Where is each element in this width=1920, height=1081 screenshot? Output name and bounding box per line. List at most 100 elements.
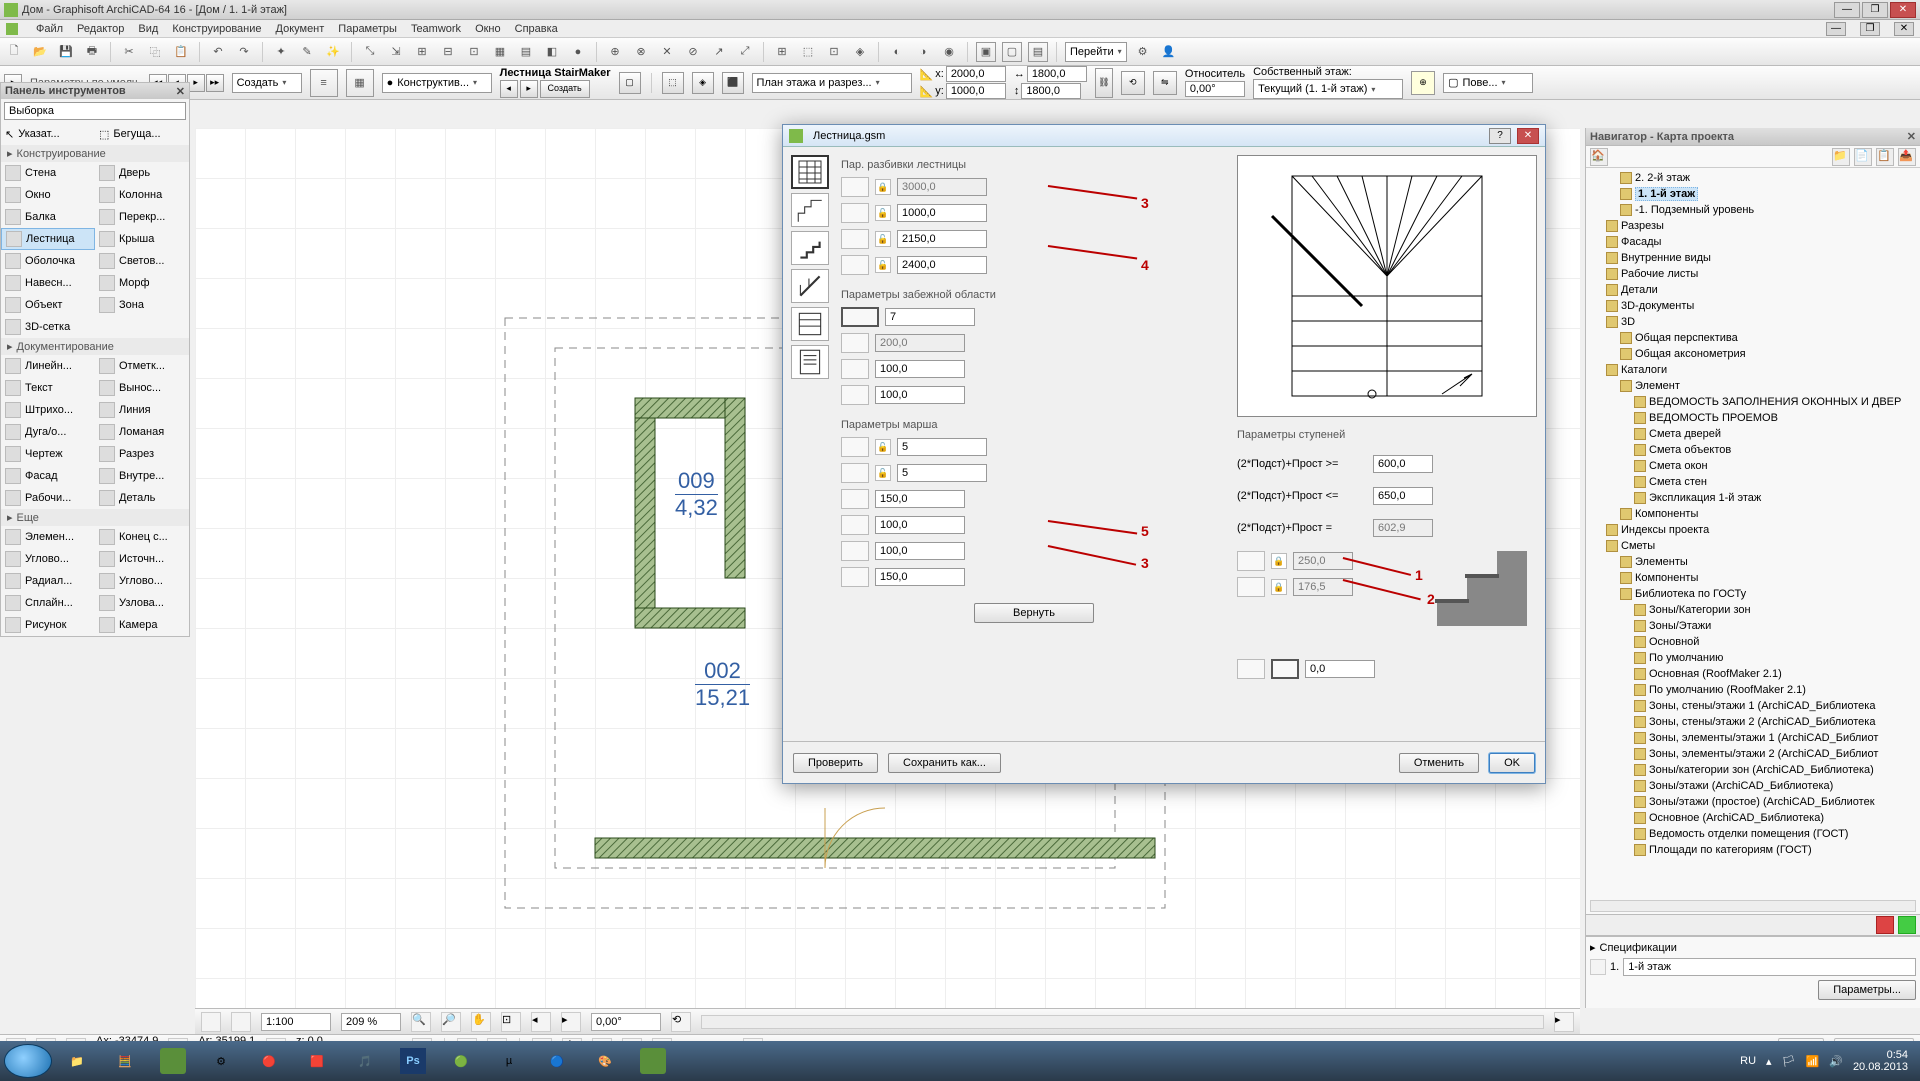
- redo-icon[interactable]: ↷: [234, 42, 254, 62]
- page-railing-icon[interactable]: [791, 269, 829, 303]
- tree-item[interactable]: Фасады: [1588, 234, 1918, 250]
- dialog-close-button[interactable]: ✕: [1517, 128, 1539, 144]
- construct-section[interactable]: ▸ Конструирование: [1, 145, 189, 162]
- sb-icon-1[interactable]: [201, 1012, 221, 1032]
- tree-item[interactable]: Общая аксонометрия: [1588, 346, 1918, 362]
- task-app3-icon[interactable]: 🟢: [438, 1044, 484, 1078]
- geom1-icon[interactable]: ▢: [619, 72, 641, 94]
- tree-item[interactable]: Основная (RoofMaker 2.1): [1588, 666, 1918, 682]
- s1-input[interactable]: [1373, 455, 1433, 473]
- windows-taskbar[interactable]: 📁 🧮 ⚙ 🔴 🟥 🎵 Ps 🟢 µ 🔵 🎨 RU ▴ 🏳 📶 🔊 0:5420…: [0, 1041, 1920, 1081]
- rel-angle-field[interactable]: 0,00°: [1185, 81, 1245, 97]
- tool-[interactable]: Чертеж: [1, 443, 95, 465]
- p3-input[interactable]: [897, 230, 987, 248]
- task-app1-icon[interactable]: ⚙: [198, 1044, 244, 1078]
- tool-[interactable]: Светов...: [95, 250, 189, 272]
- tool-[interactable]: Углово...: [95, 570, 189, 592]
- p4-lock-icon[interactable]: 🔓: [875, 257, 891, 273]
- link-dims-icon[interactable]: ⛓: [1095, 68, 1113, 98]
- task-explorer-icon[interactable]: 📁: [54, 1044, 100, 1078]
- w2-input[interactable]: [875, 334, 965, 352]
- nav-pub-icon[interactable]: 📤: [1898, 148, 1916, 166]
- edit-icon[interactable]: ✎: [297, 42, 317, 62]
- tool-[interactable]: Рисунок: [1, 614, 95, 636]
- tree-item[interactable]: Сметы: [1588, 538, 1918, 554]
- tree-item[interactable]: Смета дверей: [1588, 426, 1918, 442]
- menu-options[interactable]: Параметры: [338, 23, 397, 35]
- tool-[interactable]: Элемен...: [1, 526, 95, 548]
- zoom-field[interactable]: 209 %: [341, 1013, 401, 1031]
- paste-icon[interactable]: 📋: [171, 42, 191, 62]
- arrow-tool[interactable]: ↖Указат...: [1, 123, 95, 145]
- copy-icon[interactable]: ⿻: [145, 42, 165, 62]
- tree-item[interactable]: Элементы: [1588, 554, 1918, 570]
- help1-icon[interactable]: ⚙: [1133, 42, 1153, 62]
- tree-item[interactable]: Ведомость отделки помещения (ГОСТ): [1588, 826, 1918, 842]
- trace3-icon[interactable]: ◉: [939, 42, 959, 62]
- magic-icon[interactable]: ✨: [323, 42, 343, 62]
- revert-button[interactable]: Вернуть: [974, 603, 1094, 623]
- m1-lock-icon[interactable]: 🔓: [875, 439, 891, 455]
- snap4-icon[interactable]: ⊘: [683, 42, 703, 62]
- menu-help[interactable]: Справка: [515, 23, 558, 35]
- mirror-icon[interactable]: ⇋: [1153, 71, 1177, 95]
- sb-fit-icon[interactable]: ⊡: [501, 1012, 521, 1032]
- tool-[interactable]: Радиал...: [1, 570, 95, 592]
- nav-last-button[interactable]: ▸▸: [206, 74, 224, 92]
- tree-item[interactable]: Рабочие листы: [1588, 266, 1918, 282]
- s2-input[interactable]: [1373, 487, 1433, 505]
- page-treads-icon[interactable]: [791, 231, 829, 265]
- m4-input[interactable]: [875, 516, 965, 534]
- snap6-icon[interactable]: ⤢: [735, 42, 755, 62]
- angle-field[interactable]: 0,00°: [591, 1013, 661, 1031]
- tool-[interactable]: Отметк...: [95, 355, 189, 377]
- tree-item[interactable]: Зоны, стены/этажи 2 (ArchiCAD_Библиотека: [1588, 714, 1918, 730]
- stair-create-button[interactable]: Создать: [540, 80, 590, 98]
- tool-[interactable]: Колонна: [95, 184, 189, 206]
- tree-item[interactable]: Зоны/Категории зон: [1588, 602, 1918, 618]
- tree-item[interactable]: По умолчанию: [1588, 650, 1918, 666]
- tree-item[interactable]: Детали: [1588, 282, 1918, 298]
- toolbox-close-icon[interactable]: ✕: [176, 85, 185, 98]
- tree-item[interactable]: 1. 1-й этаж: [1588, 186, 1918, 202]
- menu-document[interactable]: Документ: [276, 23, 325, 35]
- document-section[interactable]: ▸ Документирование: [1, 338, 189, 355]
- nav-green-icon[interactable]: [1898, 916, 1916, 934]
- layer2-btn-icon[interactable]: ▦: [346, 69, 374, 97]
- m2-input[interactable]: [897, 464, 987, 482]
- task-utorrent-icon[interactable]: µ: [486, 1044, 532, 1078]
- nav-red-icon[interactable]: [1876, 916, 1894, 934]
- m5-input[interactable]: [875, 542, 965, 560]
- w1-input[interactable]: [885, 308, 975, 326]
- dialog-help-button[interactable]: ?: [1489, 128, 1511, 144]
- tree-item[interactable]: Индексы проекта: [1588, 522, 1918, 538]
- nav-hscroll[interactable]: [1590, 900, 1916, 912]
- tree-item[interactable]: ВЕДОМОСТЬ ПРОЕМОВ: [1588, 410, 1918, 426]
- geom2-icon[interactable]: ⬚: [662, 72, 684, 94]
- t2-lock-icon[interactable]: 🔒: [1271, 579, 1287, 595]
- tool8-icon[interactable]: ◧: [542, 42, 562, 62]
- goto-combo[interactable]: Перейти▾: [1065, 42, 1127, 62]
- menu-file[interactable]: Файл: [36, 23, 63, 35]
- floor-display-combo[interactable]: План этажа и разрез...▾: [752, 73, 912, 93]
- tree-item[interactable]: 3D: [1588, 314, 1918, 330]
- start-button[interactable]: [4, 1044, 52, 1078]
- save-icon[interactable]: 💾: [56, 42, 76, 62]
- tool-[interactable]: Зона: [95, 294, 189, 316]
- sb-prev-icon[interactable]: ◂: [531, 1012, 551, 1032]
- navigator-close-icon[interactable]: ✕: [1907, 130, 1916, 143]
- w-field[interactable]: 1800,0: [1027, 66, 1087, 82]
- spec-name-field[interactable]: 1-й этаж: [1623, 958, 1916, 976]
- tool-[interactable]: Камера: [95, 614, 189, 636]
- sb-next-icon[interactable]: ▸: [561, 1012, 581, 1032]
- menu-teamwork[interactable]: Teamwork: [411, 23, 461, 35]
- task-itunes-icon[interactable]: 🎵: [342, 1044, 388, 1078]
- tree-item[interactable]: Основной: [1588, 634, 1918, 650]
- trace1-icon[interactable]: ◐: [887, 42, 907, 62]
- tool-[interactable]: Сплайн...: [1, 592, 95, 614]
- nav-params-button[interactable]: Параметры...: [1818, 980, 1916, 1000]
- mdi-minimize-button[interactable]: —: [1826, 22, 1846, 36]
- layer2-icon[interactable]: ▢: [1002, 42, 1022, 62]
- sb-zoomin-icon[interactable]: 🔍: [411, 1012, 431, 1032]
- page-symbol-icon[interactable]: [791, 307, 829, 341]
